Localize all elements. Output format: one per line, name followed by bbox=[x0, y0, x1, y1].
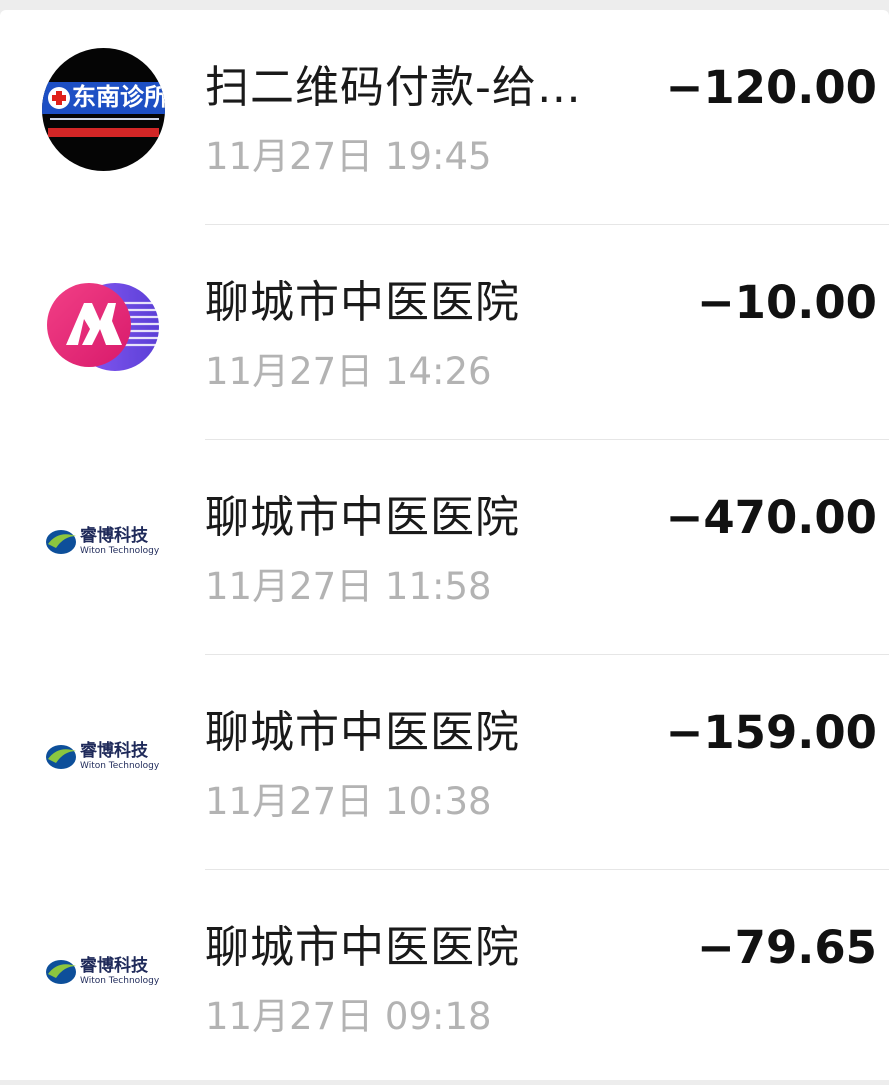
logo-subtext: Witon Technology bbox=[80, 761, 160, 771]
transaction-row[interactable]: 睿博科技 Witon Technology 聊城市中医医院 11月27日 10:… bbox=[0, 655, 889, 870]
transaction-amount: −10.00 bbox=[696, 276, 877, 329]
transaction-time: 11月27日 14:26 bbox=[205, 350, 492, 393]
transaction-title: 扫二维码付款-给… bbox=[205, 62, 582, 113]
witon-logo-icon: 睿博科技 Witon Technology bbox=[42, 478, 165, 601]
clinic-logo-icon: 东南诊所 bbox=[42, 48, 165, 171]
logo-subtext: Witon Technology bbox=[80, 546, 160, 556]
transaction-amount: −159.00 bbox=[665, 706, 877, 759]
transaction-amount: −79.65 bbox=[696, 921, 877, 974]
logo-text: 睿博科技 bbox=[80, 526, 148, 546]
medical-cross-icon bbox=[48, 87, 70, 109]
bank-logo-icon bbox=[42, 263, 165, 386]
transaction-amount: −120.00 bbox=[665, 61, 877, 114]
logo-text: 睿博科技 bbox=[80, 741, 148, 761]
bank-logo-svg bbox=[47, 283, 159, 371]
transaction-time: 11月27日 09:18 bbox=[205, 995, 492, 1038]
transaction-row[interactable]: 睿博科技 Witon Technology 聊城市中医医院 11月27日 09:… bbox=[0, 870, 889, 1085]
transaction-time: 11月27日 10:38 bbox=[205, 780, 492, 823]
transaction-row[interactable]: 东南诊所 扫二维码付款-给… 11月27日 19:45 −120.00 bbox=[0, 10, 889, 225]
transaction-time: 11月27日 11:58 bbox=[205, 565, 492, 608]
witon-logo-icon: 睿博科技 Witon Technology bbox=[42, 693, 165, 816]
transaction-title: 聊城市中医医院 bbox=[205, 707, 520, 758]
logo-text: 睿博科技 bbox=[80, 956, 148, 976]
witon-swirl-icon bbox=[46, 530, 76, 554]
transaction-list: 东南诊所 扫二维码付款-给… 11月27日 19:45 −120.00 聊城市中… bbox=[0, 10, 889, 1080]
bill-page: 东南诊所 扫二维码付款-给… 11月27日 19:45 −120.00 聊城市中… bbox=[0, 0, 889, 1080]
transaction-amount: −470.00 bbox=[665, 491, 877, 544]
transaction-title: 聊城市中医医院 bbox=[205, 922, 520, 973]
transaction-row[interactable]: 睿博科技 Witon Technology 聊城市中医医院 11月27日 11:… bbox=[0, 440, 889, 655]
transaction-row[interactable]: 聊城市中医医院 11月27日 14:26 −10.00 bbox=[0, 225, 889, 440]
transaction-title: 聊城市中医医院 bbox=[205, 492, 520, 543]
transaction-time: 11月27日 19:45 bbox=[205, 135, 492, 178]
logo-red-bar bbox=[48, 128, 159, 137]
transaction-title: 聊城市中医医院 bbox=[205, 277, 520, 328]
witon-swirl-icon bbox=[46, 745, 76, 769]
witon-swirl-icon bbox=[46, 960, 76, 984]
logo-text: 东南诊所 bbox=[72, 83, 165, 111]
logo-subtext: Witon Technology bbox=[80, 976, 160, 986]
witon-logo-icon: 睿博科技 Witon Technology bbox=[42, 908, 165, 1031]
